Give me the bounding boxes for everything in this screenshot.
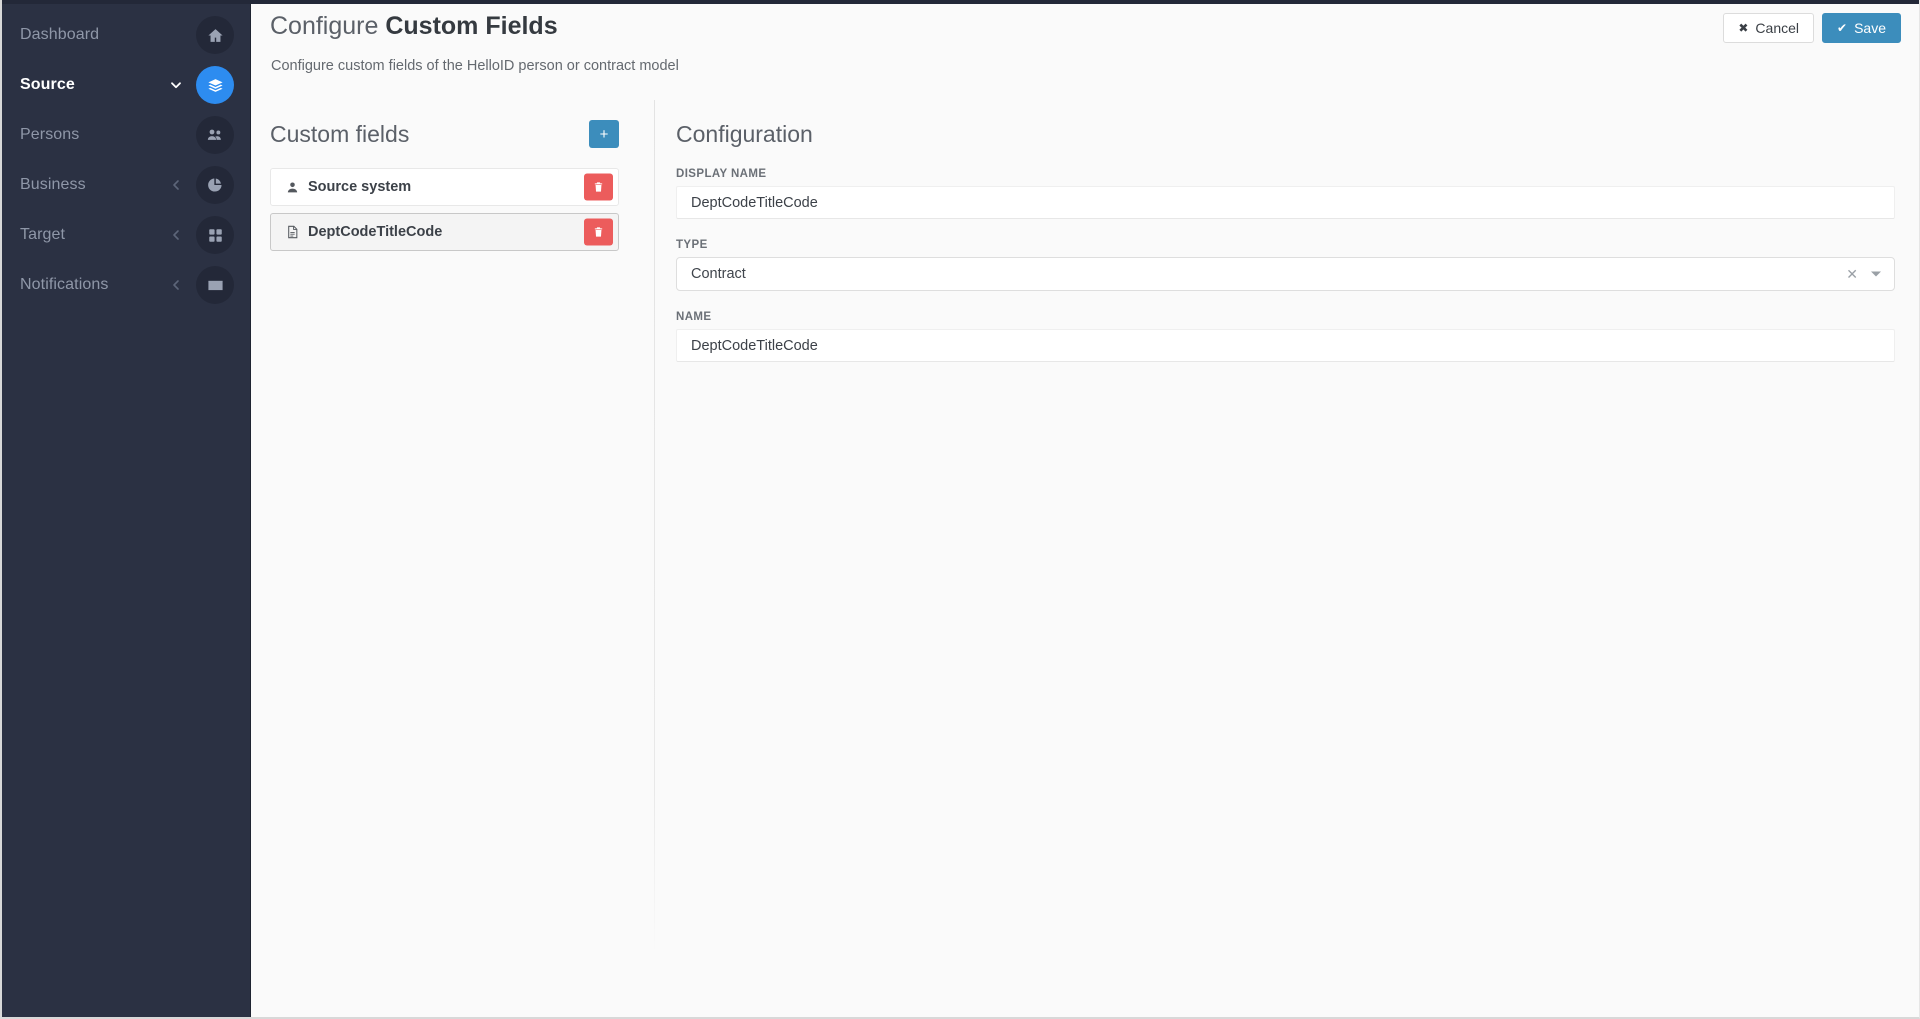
home-icon [196, 16, 234, 54]
layers-icon [196, 66, 234, 104]
page-subtitle: Configure custom fields of the HelloID p… [271, 58, 679, 74]
sidebar-item-label: Target [20, 226, 66, 243]
chevron-left-icon[interactable] [170, 179, 182, 191]
display-name-label: DISPLAY NAME [676, 168, 767, 180]
chevron-left-icon[interactable] [170, 279, 182, 291]
configuration-header: Configuration [676, 114, 1895, 154]
sidebar-item-label: Dashboard [20, 26, 100, 43]
envelope-icon [196, 266, 234, 304]
plus-icon: + [599, 125, 609, 143]
page-title-strong: Custom Fields [385, 12, 558, 40]
configuration-title: Configuration [676, 120, 813, 147]
clear-selection-icon[interactable]: ✕ [1846, 267, 1858, 281]
check-icon: ✔ [1837, 21, 1848, 35]
save-button-label: Save [1854, 20, 1886, 36]
type-select-value: Contract [691, 266, 746, 282]
sidebar-item-target[interactable]: Target [2, 210, 250, 260]
add-custom-field-button[interactable]: + [589, 120, 619, 148]
save-button[interactable]: ✔ Save [1822, 13, 1901, 43]
sidebar: Dashboard Source Persons Business Target… [2, 0, 251, 1017]
users-icon [196, 116, 234, 154]
delete-custom-field-button[interactable] [584, 218, 613, 246]
app-window: Dashboard Source Persons Business Target… [0, 0, 1920, 1019]
name-input[interactable] [676, 329, 1895, 362]
sidebar-item-label: Persons [20, 126, 80, 143]
grid-icon [196, 216, 234, 254]
sidebar-item-source[interactable]: Source [2, 60, 250, 110]
person-icon [284, 181, 300, 194]
custom-fields-title: Custom fields [270, 120, 410, 147]
pie-chart-icon [196, 166, 234, 204]
name-label: NAME [676, 311, 712, 323]
custom-fields-panel: Custom fields + Source system DeptCodeTi… [251, 100, 654, 1017]
list-item-label: Source system [308, 179, 412, 195]
sidebar-item-business[interactable]: Business [2, 160, 250, 210]
content-area: Custom fields + Source system DeptCodeTi… [251, 100, 1919, 1017]
page-header: Configure Custom Fields Configure custom… [251, 0, 1919, 74]
trash-icon [594, 182, 603, 192]
list-item[interactable]: Source system [270, 168, 619, 206]
close-icon: ✖ [1738, 21, 1749, 35]
delete-custom-field-button[interactable] [584, 173, 613, 201]
page-title: Configure Custom Fields [270, 12, 558, 41]
trash-icon [594, 227, 603, 237]
configuration-panel: Configuration DISPLAY NAME TYPE Contract… [655, 100, 1919, 1017]
sidebar-item-notifications[interactable]: Notifications [2, 260, 250, 310]
sidebar-item-label: Business [20, 176, 86, 193]
sidebar-item-label: Notifications [20, 276, 109, 293]
type-select[interactable]: Contract ✕ [676, 257, 1895, 291]
sidebar-item-persons[interactable]: Persons [2, 110, 250, 160]
list-item-label: DeptCodeTitleCode [308, 224, 443, 240]
sidebar-item-dashboard[interactable]: Dashboard [2, 10, 250, 60]
page-title-prefix: Configure [270, 12, 386, 40]
type-label: TYPE [676, 239, 708, 251]
sidebar-item-label: Source [20, 76, 75, 93]
cancel-button[interactable]: ✖ Cancel [1723, 13, 1815, 43]
main-content: Configure Custom Fields Configure custom… [251, 0, 1919, 1017]
header-actions: ✖ Cancel ✔ Save [1723, 13, 1901, 43]
chevron-down-icon[interactable] [170, 79, 182, 91]
list-item[interactable]: DeptCodeTitleCode [270, 213, 619, 251]
document-icon [284, 225, 300, 239]
chevron-left-icon[interactable] [170, 229, 182, 241]
cancel-button-label: Cancel [1755, 20, 1800, 36]
display-name-input[interactable] [676, 186, 1895, 219]
custom-fields-list: Source system DeptCodeTitleCode [270, 168, 619, 251]
custom-fields-header: Custom fields + [270, 114, 619, 154]
chevron-down-icon[interactable] [1871, 271, 1881, 277]
